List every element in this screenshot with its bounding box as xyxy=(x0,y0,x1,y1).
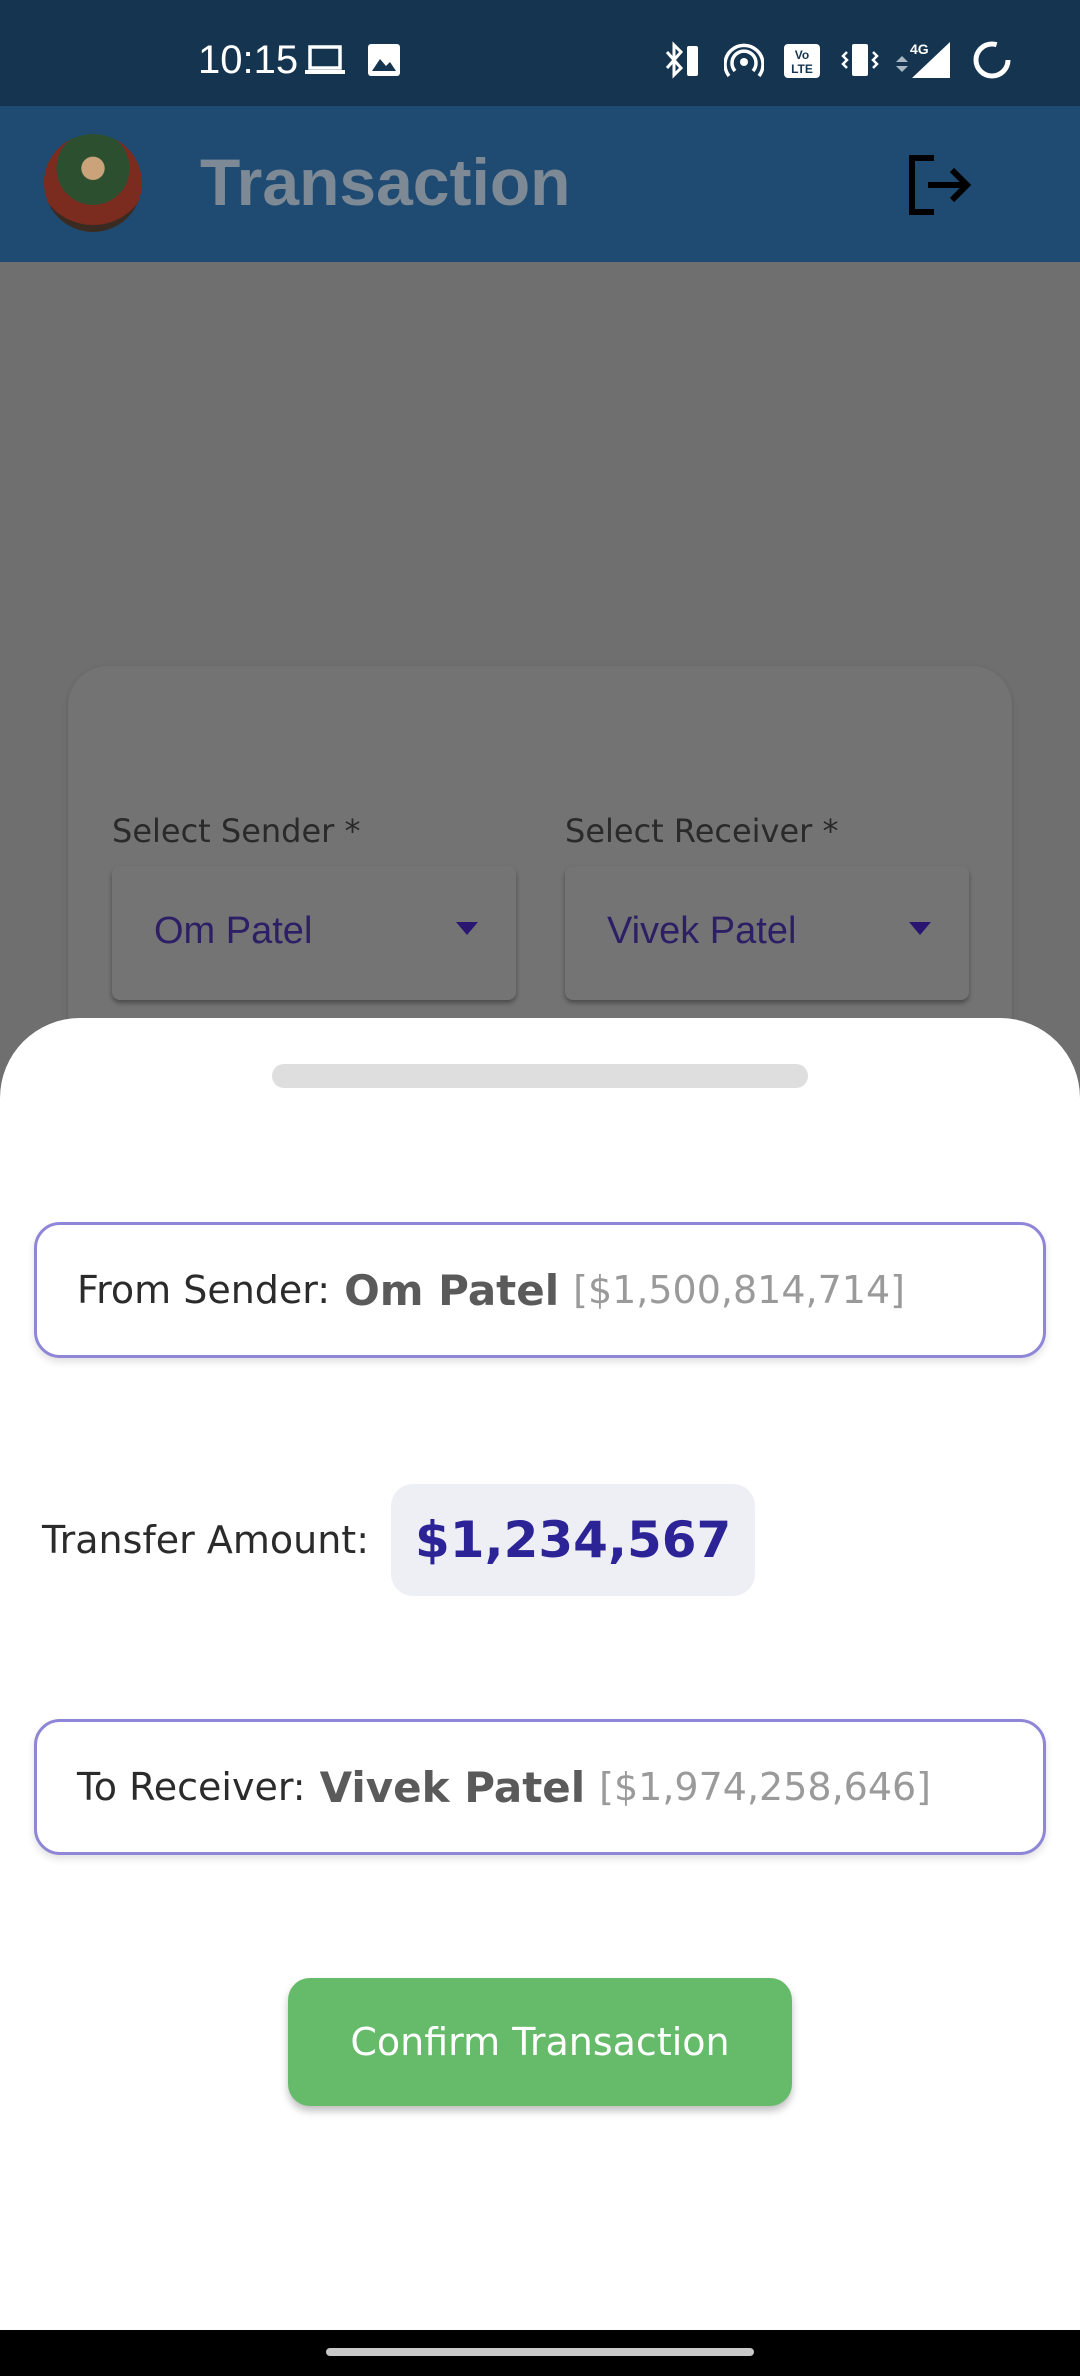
chevron-down-icon xyxy=(456,922,478,935)
logout-icon[interactable] xyxy=(904,150,974,220)
to-receiver-balance: [$1,974,258,646] xyxy=(599,1765,932,1809)
drag-handle[interactable] xyxy=(272,1064,808,1088)
receiver-select[interactable]: Vivek Patel xyxy=(565,866,969,1000)
transfer-amount-badge: $1,234,567 xyxy=(391,1484,756,1596)
svg-text:4G: 4G xyxy=(910,41,929,57)
receiver-label: Select Receiver * xyxy=(565,812,839,850)
home-gesture-handle[interactable] xyxy=(326,2348,754,2356)
app-bar: Transaction xyxy=(0,106,1080,262)
sender-select[interactable]: Om Patel xyxy=(112,866,516,1000)
receiver-select-value: Vivek Patel xyxy=(607,910,797,952)
navigation-bar xyxy=(0,2330,1080,2376)
hotspot-icon xyxy=(724,43,764,78)
sender-select-value: Om Patel xyxy=(154,910,313,952)
from-sender-name: Om Patel xyxy=(344,1265,560,1315)
to-receiver-box: To Receiver: Vivek Patel [$1,974,258,646… xyxy=(34,1719,1046,1855)
page-title: Transaction xyxy=(200,145,571,219)
svg-text:LTE: LTE xyxy=(791,62,813,76)
to-receiver-label: To Receiver: xyxy=(77,1765,306,1809)
from-sender-label: From Sender: xyxy=(77,1268,331,1312)
confirm-transaction-label: Confirm Transaction xyxy=(350,2020,730,2064)
to-receiver-name: Vivek Patel xyxy=(319,1762,586,1812)
confirm-transaction-button[interactable]: Confirm Transaction xyxy=(288,1978,792,2106)
4g-signal-icon: 4G xyxy=(896,41,950,78)
status-time: 10:15 xyxy=(198,38,299,82)
confirmation-sheet xyxy=(0,1018,1080,2330)
sender-label: Select Sender * xyxy=(112,812,361,850)
laptop-icon xyxy=(305,45,345,74)
chevron-down-icon xyxy=(909,922,931,935)
loading-ring-icon xyxy=(973,41,1011,79)
transfer-amount-row: Transfer Amount: $1,234,567 xyxy=(42,1484,756,1596)
from-sender-balance: [$1,500,814,714] xyxy=(573,1268,905,1312)
from-sender-box: From Sender: Om Patel [$1,500,814,714] xyxy=(34,1222,1046,1358)
transfer-amount-label: Transfer Amount: xyxy=(42,1518,370,1562)
status-bar: 10:15 Vo LTE 4G xyxy=(0,0,1080,106)
transfer-amount-value: $1,234,567 xyxy=(415,1511,732,1569)
image-icon xyxy=(368,44,400,76)
bluetooth-battery-icon xyxy=(665,41,698,79)
vibrate-icon xyxy=(841,44,879,76)
volte-icon: Vo LTE xyxy=(784,44,820,78)
avatar[interactable] xyxy=(44,134,142,232)
svg-text:Vo: Vo xyxy=(795,48,809,62)
